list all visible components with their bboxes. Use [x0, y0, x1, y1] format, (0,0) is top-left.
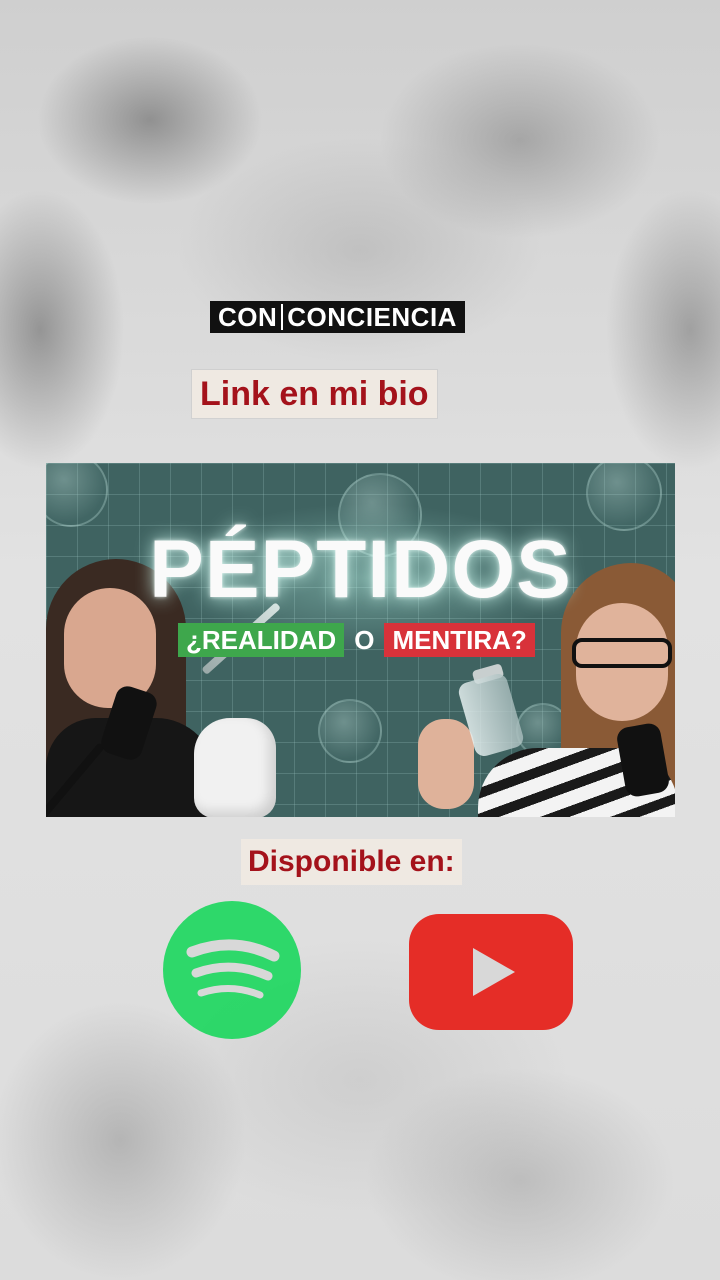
brand-word-conciencia: CONCIENCIA [287, 302, 457, 332]
host-right-glasses [572, 638, 672, 668]
subtitle-tag-lie: MENTIRA? [384, 623, 535, 657]
link-in-bio-label: Link en mi bio [192, 370, 437, 418]
brand-word-con: CON [218, 302, 278, 332]
episode-thumbnail[interactable]: PÉPTIDOS ¿REALIDAD O MENTIRA? [46, 463, 675, 817]
molecule-decoration [318, 699, 382, 763]
podcast-brand-logo: CON CONCIENCIA [210, 301, 465, 333]
spotify-icon[interactable] [162, 900, 302, 1040]
youtube-icon[interactable] [409, 914, 573, 1030]
thumbnail-subtitle: ¿REALIDAD O MENTIRA? [178, 623, 535, 657]
subtitle-tag-reality: ¿REALIDAD [178, 623, 345, 657]
subtitle-tag-or: O [354, 625, 375, 655]
gloved-hand-image [194, 718, 276, 817]
hand-image [418, 719, 474, 809]
thumbnail-title: PÉPTIDOS [149, 524, 572, 615]
available-on-label: Disponible en: [241, 839, 462, 885]
